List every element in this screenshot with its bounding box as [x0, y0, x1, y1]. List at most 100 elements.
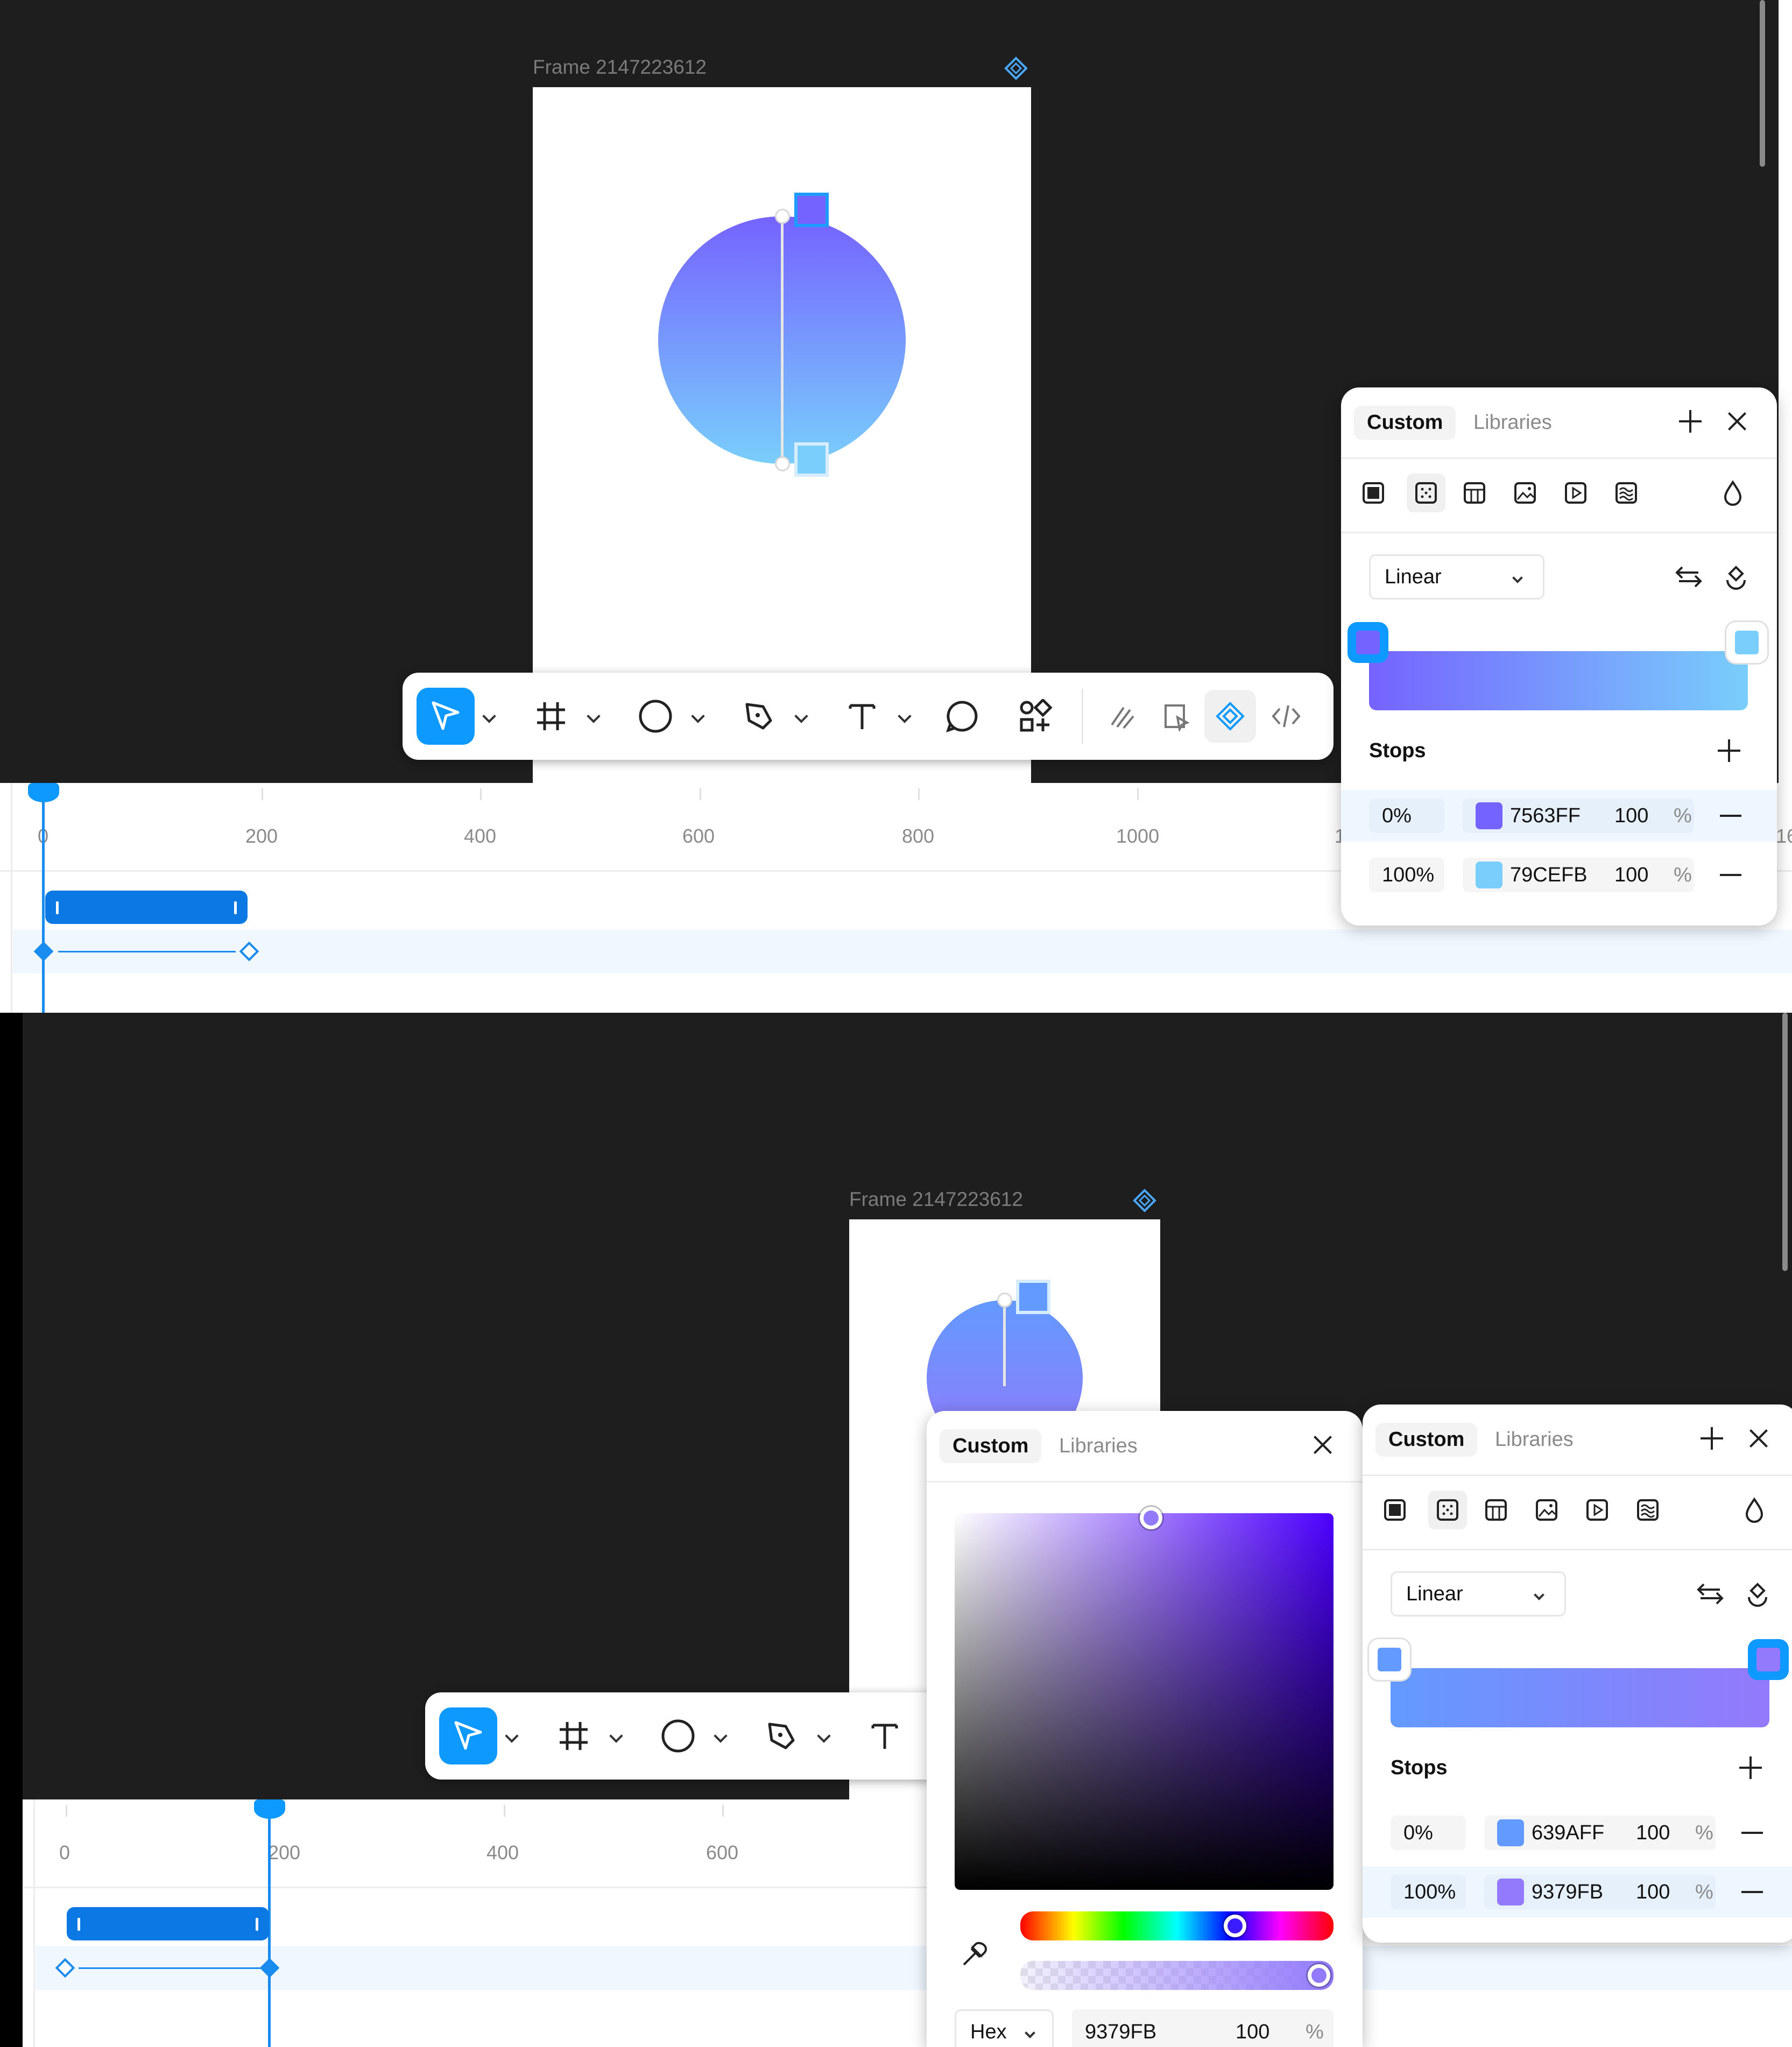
stop-position-input[interactable]: 100%	[1391, 1875, 1466, 1909]
ellipse-tool[interactable]	[651, 1707, 705, 1764]
clip-end-grip[interactable]	[234, 901, 237, 914]
add-stop-button[interactable]	[1737, 1754, 1764, 1781]
add-style-button[interactable]	[1698, 1425, 1725, 1452]
gradient-stop-handle-start[interactable]	[1016, 1280, 1050, 1314]
noise-fill-button[interactable]	[1632, 1494, 1664, 1526]
tab-libraries[interactable]: Libraries	[1482, 1423, 1586, 1457]
pen-tool[interactable]	[732, 688, 786, 745]
add-style-button[interactable]	[1677, 408, 1704, 435]
eyedropper-button[interactable]	[955, 1936, 992, 1974]
flip-gradient-button[interactable]	[1673, 561, 1705, 593]
clip-start-grip[interactable]	[77, 1918, 80, 1931]
gradient-bar[interactable]	[1391, 1668, 1769, 1727]
pen-tool[interactable]	[754, 1707, 808, 1764]
rotate-gradient-button[interactable]	[1741, 1578, 1774, 1610]
vertical-scrollbar[interactable]	[1760, 0, 1765, 167]
draw-tool[interactable]	[1096, 688, 1149, 745]
gradient-handle-line[interactable]	[781, 216, 784, 464]
chevron-down-icon[interactable]	[482, 709, 496, 723]
components-tool[interactable]	[1008, 688, 1062, 745]
pattern-fill-button[interactable]	[1458, 477, 1491, 509]
gradient-bar[interactable]	[1369, 651, 1748, 710]
clip-end-grip[interactable]	[256, 1918, 258, 1931]
tab-libraries[interactable]: Libraries	[1046, 1429, 1151, 1463]
gradient-type-select[interactable]: Linear	[1391, 1571, 1566, 1617]
frame-label[interactable]: Frame 2147223612	[533, 56, 707, 79]
comment-tool[interactable]	[935, 688, 989, 745]
keyframe-row[interactable]	[36, 1946, 1792, 1990]
stop-color-swatch[interactable]	[1476, 862, 1502, 888]
code-tool[interactable]	[1259, 688, 1313, 745]
opacity-slider[interactable]	[1020, 1961, 1334, 1990]
gradient-handle-end-dot[interactable]	[775, 456, 790, 471]
stop-color-swatch[interactable]	[1497, 1819, 1524, 1846]
tab-custom[interactable]: Custom	[1354, 406, 1456, 440]
saturation-knob[interactable]	[1140, 1507, 1162, 1529]
stop-position-input[interactable]: 100%	[1369, 858, 1444, 892]
tab-custom[interactable]: Custom	[940, 1429, 1042, 1463]
dev-tool[interactable]	[1149, 688, 1203, 745]
stop-color-swatch[interactable]	[1476, 802, 1502, 829]
gradient-handle-start-dot[interactable]	[997, 1293, 1012, 1308]
stop-color-input[interactable]: 9379FB 100 %	[1484, 1875, 1716, 1909]
video-fill-button[interactable]	[1560, 477, 1592, 509]
move-tool[interactable]	[417, 688, 475, 745]
gradient-stop-start[interactable]	[1347, 622, 1388, 663]
stop-color-input[interactable]: 79CEFB 100 %	[1463, 858, 1694, 892]
rotate-gradient-button[interactable]	[1720, 561, 1752, 593]
animate-frame-icon[interactable]	[1004, 56, 1028, 81]
remove-stop-button[interactable]	[1741, 1832, 1763, 1834]
keyframe-row[interactable]	[13, 929, 1792, 973]
chevron-down-icon[interactable]	[587, 709, 601, 723]
remove-stop-button[interactable]	[1720, 874, 1741, 876]
close-button[interactable]	[1745, 1425, 1772, 1452]
gradient-stop-end[interactable]	[1726, 622, 1767, 663]
video-fill-button[interactable]	[1581, 1494, 1613, 1526]
chevron-down-icon[interactable]	[714, 1729, 728, 1743]
text-tool[interactable]	[858, 1707, 912, 1764]
animation-clip[interactable]	[45, 891, 248, 924]
playhead-handle[interactable]	[254, 1799, 285, 1819]
close-button[interactable]	[1309, 1431, 1336, 1458]
stop-row[interactable]: 100% 79CEFB 100 %	[1341, 849, 1777, 901]
hue-knob[interactable]	[1224, 1915, 1246, 1937]
saturation-value-area[interactable]	[955, 1507, 1334, 1890]
playhead-line[interactable]	[42, 783, 45, 1013]
tab-libraries[interactable]: Libraries	[1461, 406, 1565, 440]
frame-label[interactable]: Frame 2147223612	[849, 1188, 1023, 1211]
ellipse-tool[interactable]	[629, 688, 682, 745]
stop-row[interactable]: 0% 7563FF 100 %	[1341, 790, 1777, 842]
chevron-down-icon[interactable]	[609, 1729, 623, 1743]
tab-custom[interactable]: Custom	[1375, 1423, 1478, 1457]
color-format-select[interactable]: Hex	[955, 2009, 1054, 2047]
opacity-knob[interactable]	[1308, 1964, 1330, 1987]
frame-tool[interactable]	[524, 688, 578, 745]
chevron-down-icon[interactable]	[691, 709, 705, 723]
stop-row[interactable]: 0% 639AFF 100 %	[1363, 1807, 1792, 1859]
noise-fill-button[interactable]	[1610, 477, 1642, 509]
stop-position-input[interactable]: 0%	[1391, 1816, 1466, 1850]
stop-color-input[interactable]: 639AFF 100 %	[1484, 1816, 1716, 1850]
image-fill-button[interactable]	[1509, 477, 1541, 509]
hue-slider[interactable]	[1020, 1911, 1334, 1940]
gradient-type-select[interactable]: Linear	[1369, 554, 1544, 599]
stop-color-swatch[interactable]	[1497, 1879, 1524, 1905]
gradient-handle-start-dot[interactable]	[775, 209, 790, 224]
gradient-fill-button[interactable]	[1407, 474, 1445, 512]
chevron-down-icon[interactable]	[794, 709, 808, 723]
playhead-handle[interactable]	[28, 783, 59, 802]
solid-fill-button[interactable]	[1379, 1494, 1411, 1526]
remove-stop-button[interactable]	[1720, 815, 1741, 817]
frame-tool[interactable]	[547, 1707, 601, 1764]
stop-position-input[interactable]: 0%	[1369, 799, 1444, 833]
chevron-down-icon[interactable]	[505, 1729, 519, 1743]
hex-input[interactable]: 9379FB 100 %	[1072, 2009, 1334, 2047]
move-tool[interactable]	[439, 1707, 497, 1764]
animation-clip[interactable]	[67, 1907, 269, 1940]
stop-row[interactable]: 100% 9379FB 100 %	[1363, 1866, 1792, 1918]
gradient-stop-handle-end[interactable]	[794, 442, 829, 477]
add-stop-button[interactable]	[1716, 737, 1742, 764]
animate-tool[interactable]	[1204, 690, 1256, 743]
gradient-fill-button[interactable]	[1428, 1491, 1467, 1529]
clip-start-grip[interactable]	[56, 901, 59, 914]
